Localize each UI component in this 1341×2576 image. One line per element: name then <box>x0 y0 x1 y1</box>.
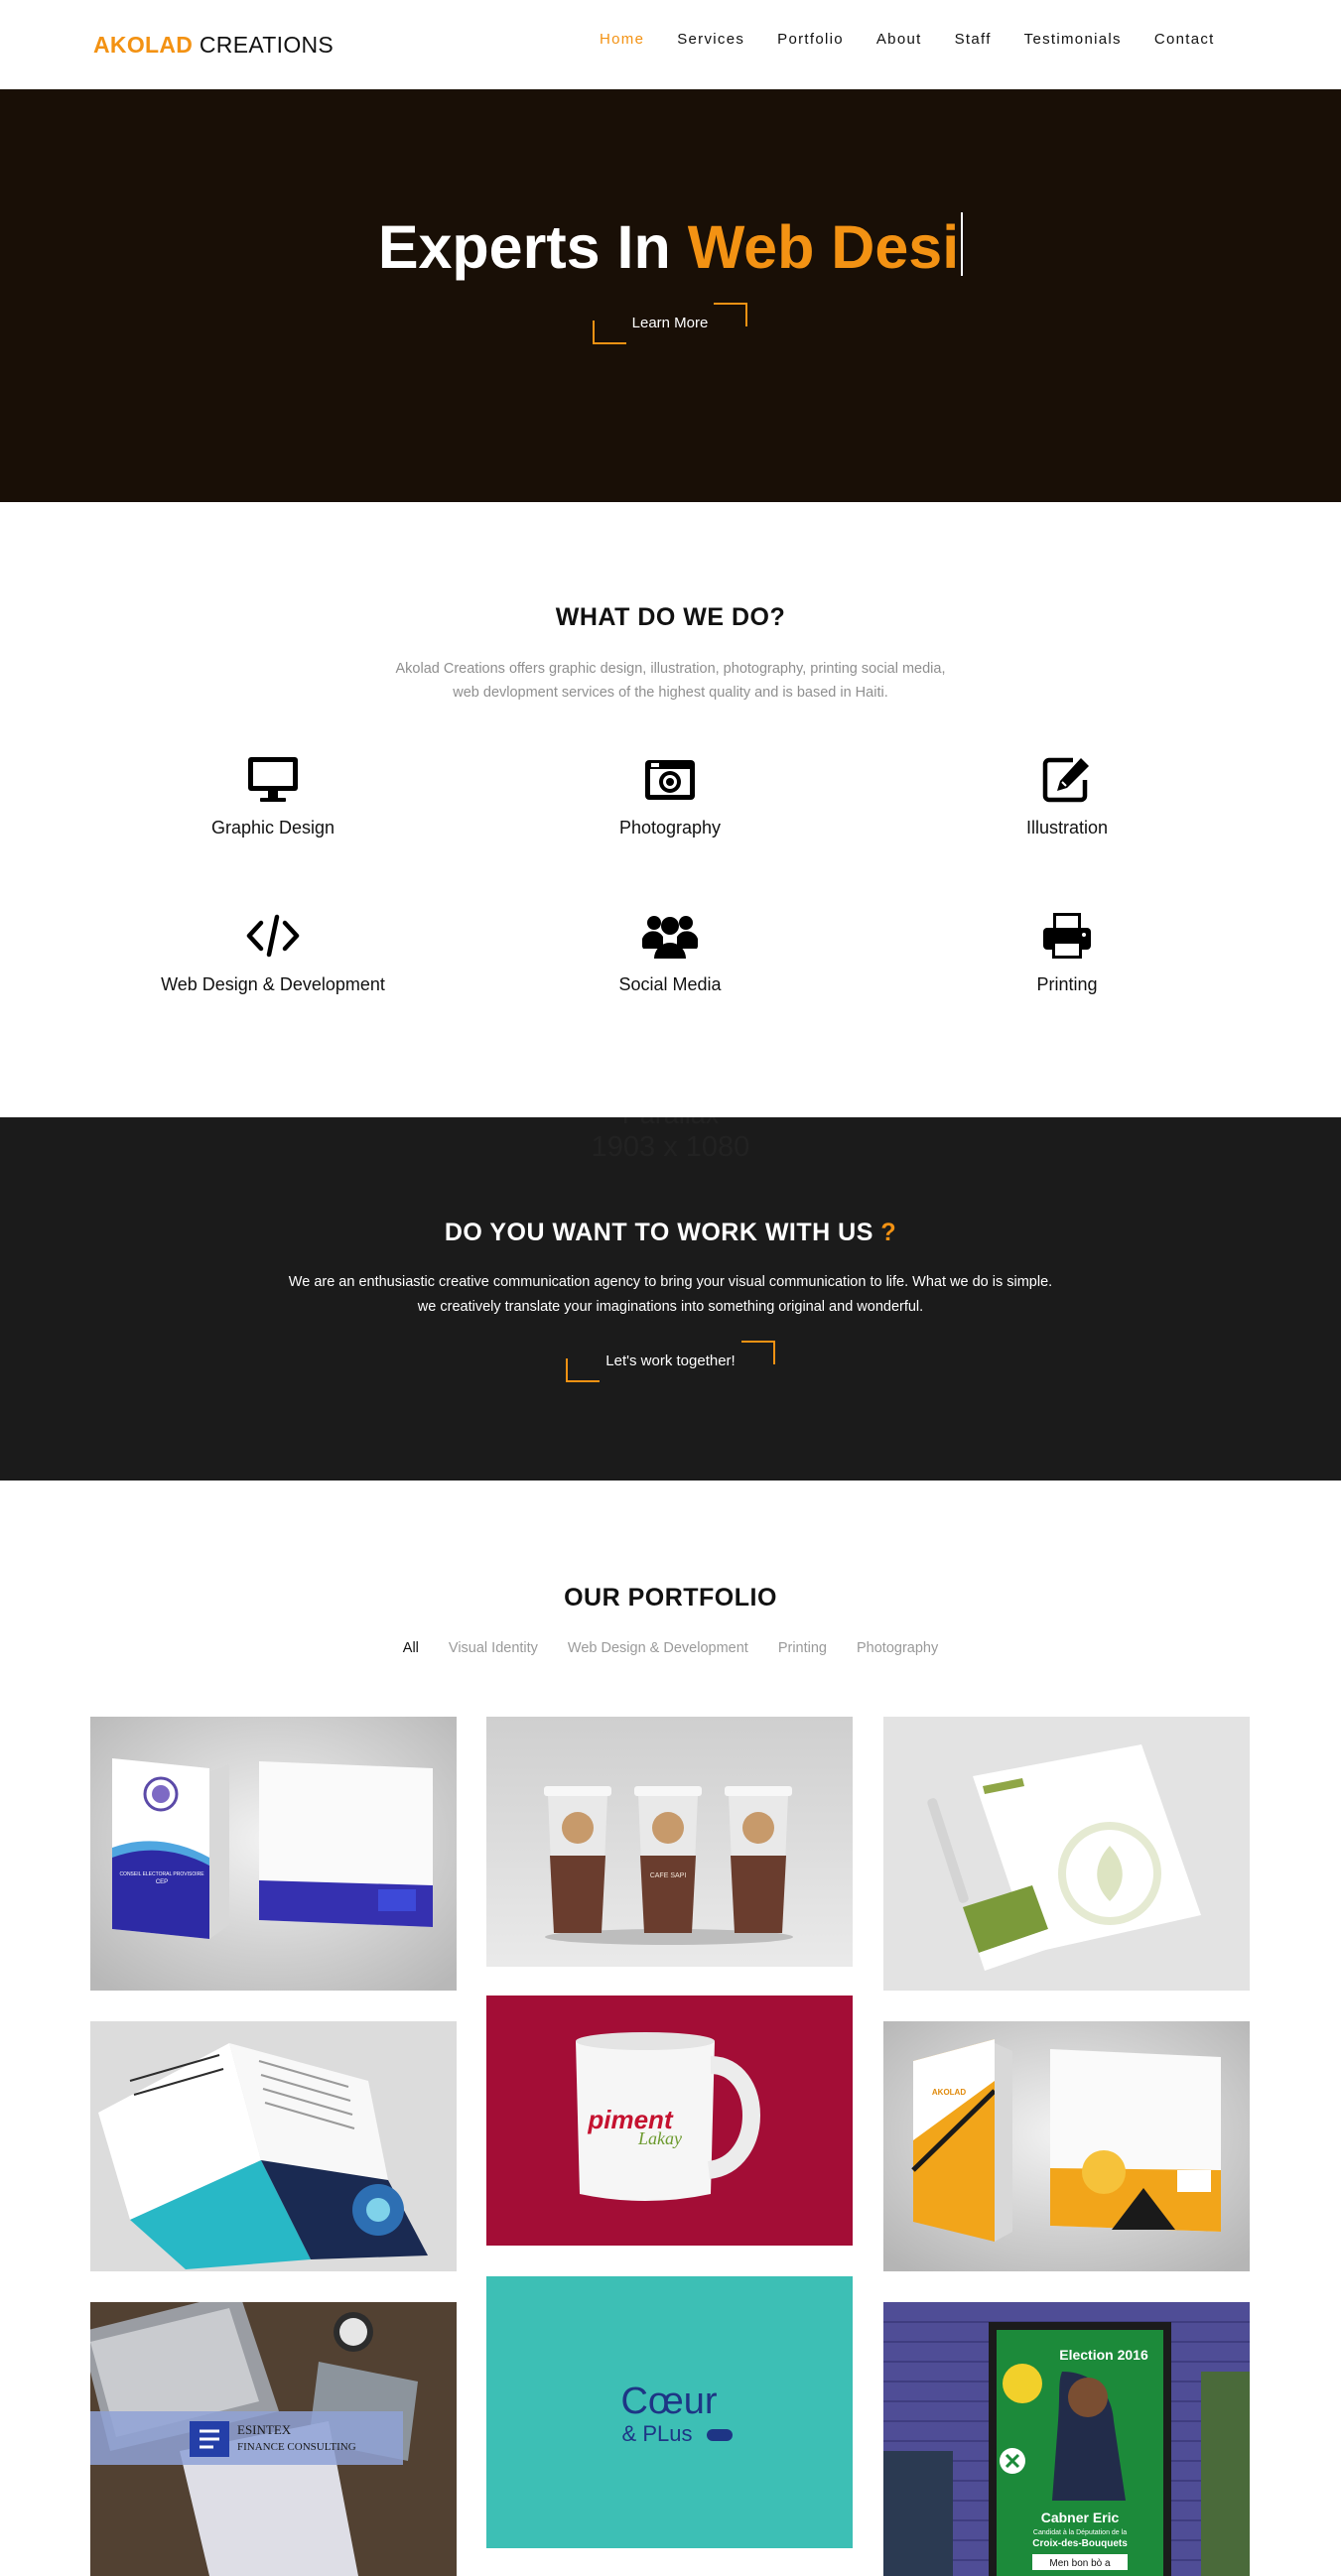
brand-name-part2: CREATIONS <box>199 32 335 58</box>
hero-title: Experts In Web Desi <box>0 212 1341 282</box>
nav-staff-link[interactable]: Staff <box>955 31 992 48</box>
tile-text-plus: & PLus <box>622 2421 693 2446</box>
filter-photography[interactable]: Photography <box>857 1640 938 1656</box>
tile-text-election-5: Men bon bò a <box>1049 2558 1111 2569</box>
portfolio-item-esintex[interactable]: ESINTEX FINANCE CONSULTING <box>90 2302 457 2576</box>
nav-services-link[interactable]: Services <box>677 31 744 48</box>
portfolio-title: OUR PORTFOLIO <box>564 1584 777 1611</box>
tile-text-election-4: Croix-des-Bouquets <box>1032 2538 1128 2549</box>
filter-visual-identity[interactable]: Visual Identity <box>449 1640 538 1656</box>
tile-text-coeur: Cœur <box>620 2381 717 2422</box>
learn-more-button[interactable]: Learn More <box>593 303 747 344</box>
portfolio-item-coeur-plus[interactable]: Cœur & PLus <box>486 2276 853 2548</box>
portfolio-item-brochure[interactable] <box>90 2021 457 2271</box>
tile-text-election-3: Candidat à la Députation de la <box>1033 2529 1127 2536</box>
edit-icon <box>1042 757 1089 803</box>
main-menu: Home Services Portfolio About Staff Test… <box>600 31 1248 48</box>
service-printing: Printing <box>869 911 1266 995</box>
work-title-mark: ? <box>880 1219 897 1246</box>
service-social-media: Social Media <box>471 911 869 995</box>
hero-section: Experts In Web Desi Learn More <box>0 89 1341 502</box>
services-title: WHAT DO WE DO? <box>555 603 786 631</box>
nav-testimonials-link[interactable]: Testimonials <box>1024 31 1122 48</box>
nav-contact-link[interactable]: Contact <box>1154 31 1215 48</box>
service-illustration: Illustration <box>869 754 1266 838</box>
nav-portfolio-link[interactable]: Portfolio <box>777 31 844 48</box>
work-description: We are an enthusiastic creative communic… <box>288 1274 1053 1315</box>
portfolio-item-folder-cep[interactable]: CONSEIL ELECTORAL PROVISOIRE CEP <box>90 1717 457 1991</box>
filter-printing[interactable]: Printing <box>778 1640 827 1656</box>
portfolio-item-folder-akolad[interactable]: AKOLAD <box>883 2021 1250 2271</box>
camera-icon <box>645 760 695 800</box>
filter-web-design[interactable]: Web Design & Development <box>568 1640 748 1656</box>
service-graphic-design: Graphic Design <box>74 754 471 838</box>
users-icon <box>642 916 698 959</box>
desktop-icon <box>248 757 298 802</box>
service-label: Illustration <box>1025 818 1109 837</box>
top-navbar: AKOLAD CREATIONS Home Services Portfolio… <box>0 0 1341 89</box>
portfolio-filters: All Visual Identity Web Design & Develop… <box>0 1640 1341 1656</box>
tile-text-election-2: Cabner Eric <box>1041 2510 1120 2525</box>
service-label: Printing <box>1036 974 1098 994</box>
hero-title-plain: Experts In <box>377 213 688 281</box>
service-label: Web Design & Development <box>161 974 385 994</box>
work-title-text: DO YOU WANT TO WORK WITH US <box>444 1219 873 1246</box>
tile-text-lakay: Lakay <box>637 2128 682 2148</box>
parallax-placeholder-size: 1903 x 1080 <box>591 1131 750 1163</box>
services-description: Akolad Creations offers graphic design, … <box>395 661 946 701</box>
printer-icon <box>1043 913 1091 959</box>
code-icon <box>246 914 300 958</box>
work-with-us-section: Parallax 1903 x 1080 DO YOU WANT TO WORK… <box>0 1117 1341 1481</box>
tile-text-esintex-2: FINANCE CONSULTING <box>237 2441 356 2453</box>
portfolio-item-coffee-cups[interactable]: CAFE SAPI <box>486 1717 853 1967</box>
service-web-design: Web Design & Development <box>74 911 471 995</box>
brand-logo[interactable]: AKOLAD CREATIONS <box>93 32 334 59</box>
tile-text-cup: CAFE SAPI <box>650 1872 687 1879</box>
nav-about-link[interactable]: About <box>876 31 922 48</box>
service-label: Photography <box>618 818 722 837</box>
hero-title-highlight: Web Desi <box>687 213 960 281</box>
portfolio-item-stationery[interactable] <box>883 1717 1250 1991</box>
typing-caret <box>961 212 964 276</box>
work-together-button[interactable]: Let's work together! <box>566 1341 775 1382</box>
work-title: DO YOU WANT TO WORK WITH US ? <box>0 1219 1341 1247</box>
tile-text-cep-line2: CEP <box>156 1879 168 1885</box>
tile-text-akolad: AKOLAD <box>932 2088 966 2097</box>
service-photography: Photography <box>471 754 869 838</box>
filter-all[interactable]: All <box>403 1640 419 1656</box>
parallax-placeholder-label: Parallax <box>0 1117 1341 1130</box>
brand-name-part1: AKOLAD <box>93 32 194 58</box>
nav-home-link[interactable]: Home <box>600 31 644 48</box>
tile-text-cep-line1: CONSEIL ELECTORAL PROVISOIRE <box>119 1871 204 1877</box>
portfolio-item-mug[interactable]: piment Lakay <box>486 1996 853 2246</box>
tile-text-election-1: Election 2016 <box>1059 2347 1148 2363</box>
service-label: Social Media <box>618 974 722 994</box>
portfolio-item-election-poster[interactable]: Election 2016 Cabner Eric Candidat à la … <box>883 2302 1250 2576</box>
service-label: Graphic Design <box>210 818 335 837</box>
tile-text-esintex-1: ESINTEX <box>237 2422 292 2437</box>
